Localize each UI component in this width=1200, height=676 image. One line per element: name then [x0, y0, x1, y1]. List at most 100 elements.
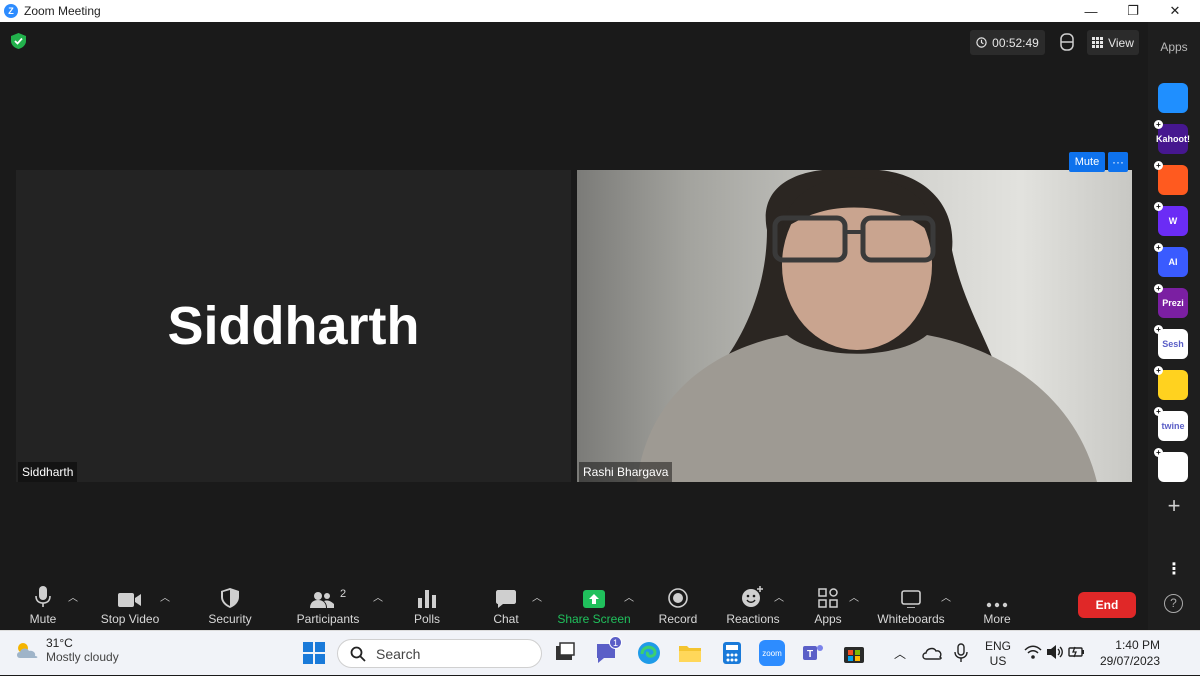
meeting-timer[interactable]: 00:52:49 — [970, 30, 1045, 55]
app-icon[interactable] — [1158, 452, 1188, 482]
more-options-icon[interactable]: ⋮ — [1162, 558, 1186, 582]
clock-time: 1:40 PM — [1115, 638, 1160, 652]
show-hidden-icons-chevron-icon[interactable]: ︿ — [894, 631, 906, 676]
participants-button[interactable]: 2 Participants — [296, 580, 360, 630]
app-icon[interactable]: twine — [1158, 411, 1188, 441]
video-options-chevron-icon[interactable]: ︿ — [160, 589, 170, 604]
reactions-options-chevron-icon[interactable]: ︿ — [774, 589, 784, 604]
meeting-toolbar: Mute ︿ Stop Video ︿ Security 2 Participa… — [0, 580, 1148, 630]
minimize-button[interactable]: — — [1068, 0, 1114, 22]
add-app-icon[interactable]: + — [1162, 494, 1186, 518]
add-app-plus-icon[interactable]: + — [1154, 161, 1163, 170]
volume-icon[interactable] — [1046, 644, 1064, 660]
apps-icon — [818, 588, 838, 608]
add-app-plus-icon[interactable]: + — [1154, 243, 1163, 252]
window-title: Zoom Meeting — [24, 4, 101, 18]
video-tile-siddharth[interactable]: Siddharth Siddharth — [16, 170, 571, 482]
security-shield-icon — [221, 588, 239, 608]
participant-video-feed — [637, 170, 1097, 482]
reactions-smiley-icon — [742, 586, 763, 607]
add-app-plus-icon[interactable]: + — [1154, 407, 1163, 416]
participants-count: 2 — [339, 588, 347, 600]
apps-sidebar: Apps Kahoot! + + W + AI + Prezi + Sesh + + twine + + +… — [1148, 22, 1200, 630]
windows-taskbar: 31°C Mostly cloudy Search 1 zoom T ︿ ENG… — [0, 630, 1200, 675]
microsoft-store-icon[interactable] — [841, 640, 867, 666]
app-icon[interactable]: Prezi — [1158, 288, 1188, 318]
chat-button[interactable]: Chat — [486, 580, 526, 630]
polls-icon — [418, 590, 436, 608]
participants-label: Participants — [296, 612, 360, 626]
weather-widget[interactable]: 31°C Mostly cloudy — [14, 636, 119, 664]
mic-tray-icon[interactable] — [954, 643, 968, 663]
encryption-shield-icon[interactable] — [11, 33, 26, 49]
windows-start-icon[interactable] — [301, 640, 327, 666]
task-view-icon[interactable] — [552, 640, 578, 666]
app-icon[interactable] — [1158, 83, 1188, 113]
microsoft-teams-icon[interactable]: T — [800, 640, 826, 666]
audio-options-chevron-icon[interactable]: ︿ — [68, 589, 78, 604]
apps-button[interactable]: Apps — [808, 580, 848, 630]
mute-button[interactable]: Mute — [22, 580, 64, 630]
file-explorer-icon[interactable] — [677, 640, 703, 666]
close-button[interactable]: ✕ — [1152, 0, 1198, 22]
apps-options-chevron-icon[interactable]: ︿ — [849, 589, 859, 604]
chat-options-chevron-icon[interactable]: ︿ — [532, 589, 542, 604]
recording-status-icon[interactable] — [1058, 32, 1076, 52]
stop-video-button[interactable]: Stop Video — [100, 580, 160, 630]
app-icon[interactable]: Kahoot! — [1156, 124, 1190, 154]
more-button[interactable]: More — [977, 580, 1017, 630]
apps-panel-label: Apps — [1160, 40, 1188, 54]
add-app-plus-icon[interactable]: + — [1154, 448, 1163, 457]
app-icon[interactable] — [1158, 165, 1188, 195]
add-app-plus-icon[interactable]: + — [1154, 284, 1163, 293]
clock-date: 29/07/2023 — [1099, 654, 1160, 668]
calculator-icon[interactable] — [719, 640, 745, 666]
chat-notification-badge: 1 — [609, 636, 622, 649]
add-app-plus-icon[interactable]: + — [1154, 325, 1163, 334]
share-options-chevron-icon[interactable]: ︿ — [624, 589, 634, 604]
app-icon[interactable] — [1158, 370, 1188, 400]
mute-label: Mute — [29, 612, 57, 626]
share-screen-label: Share Screen — [557, 612, 631, 626]
keyboard-layout: US — [989, 653, 1007, 668]
record-button[interactable]: Record — [656, 580, 700, 630]
zoom-taskbar-icon[interactable]: zoom — [759, 640, 785, 666]
teams-chat-icon[interactable]: 1 — [594, 636, 622, 666]
share-screen-button[interactable]: Share Screen — [557, 580, 631, 630]
system-clock[interactable]: 1:40 PM 29/07/2023 — [1096, 637, 1160, 669]
help-icon[interactable]: ? — [1164, 594, 1183, 613]
participant-name-tag: Siddharth — [18, 462, 78, 482]
security-label: Security — [208, 612, 252, 626]
edge-browser-icon[interactable] — [636, 640, 662, 666]
participants-options-chevron-icon[interactable]: ︿ — [373, 589, 383, 604]
onedrive-cloud-icon[interactable] — [921, 643, 943, 663]
add-app-plus-icon[interactable]: + — [1154, 366, 1163, 375]
video-tile-rashi[interactable]: Rashi Bhargava — [577, 170, 1132, 482]
app-icon[interactable]: W — [1158, 206, 1188, 236]
chat-label: Chat — [493, 612, 519, 626]
view-button[interactable]: View — [1087, 30, 1139, 55]
mute-participant-button[interactable]: Mute — [1069, 152, 1105, 172]
weather-description: Mostly cloudy — [46, 650, 119, 664]
whiteboards-button[interactable]: Whiteboards — [874, 580, 948, 630]
security-button[interactable]: Security — [205, 580, 255, 630]
end-meeting-button[interactable]: End — [1078, 592, 1136, 618]
app-icon[interactable]: Sesh — [1158, 329, 1188, 359]
stop-video-label: Stop Video — [100, 612, 160, 626]
add-app-plus-icon[interactable]: + — [1154, 120, 1163, 129]
app-icon[interactable]: AI — [1158, 247, 1188, 277]
reactions-button[interactable]: Reactions — [726, 580, 780, 630]
grid-icon — [1092, 37, 1104, 48]
add-app-plus-icon[interactable]: + — [1154, 202, 1163, 211]
restore-button[interactable]: ❐ — [1110, 0, 1156, 22]
meeting-area: 00:52:49 View Siddharth Siddharth Rashi … — [0, 22, 1148, 580]
language-indicator[interactable]: ENG US — [985, 631, 1011, 676]
wifi-icon[interactable] — [1024, 644, 1042, 660]
whiteboards-options-chevron-icon[interactable]: ︿ — [941, 589, 951, 604]
participant-display-name: Siddharth — [167, 296, 420, 356]
polls-button[interactable]: Polls — [407, 580, 447, 630]
participant-more-button[interactable]: ··· — [1108, 152, 1128, 172]
taskbar-search[interactable]: Search — [337, 639, 542, 668]
battery-icon[interactable] — [1068, 644, 1086, 660]
zoom-logo-icon: Z — [4, 4, 18, 18]
